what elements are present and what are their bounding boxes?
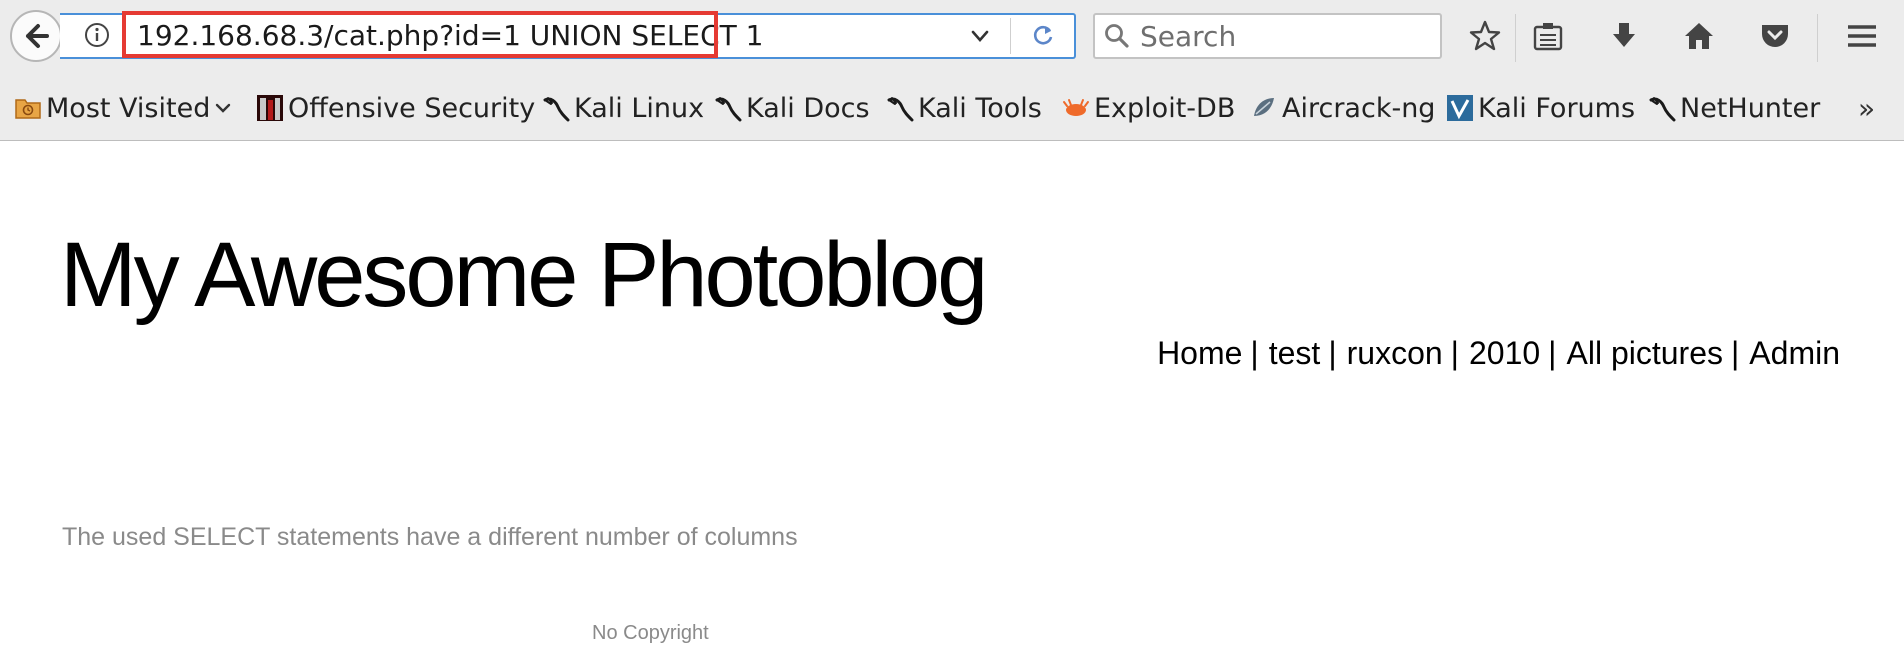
chevron-down-icon[interactable]: [968, 24, 992, 48]
exploit-db-icon: [1063, 99, 1089, 116]
nav-separator: |: [1328, 335, 1337, 371]
bookmark-offensive-security[interactable]: Offensive Security: [256, 86, 535, 130]
chevron-down-icon: [216, 103, 231, 113]
menu-icon[interactable]: [1845, 19, 1879, 53]
bookmark-kali-forums[interactable]: Kali Forums: [1446, 86, 1635, 130]
bookmark-label: Kali Linux: [574, 92, 705, 124]
nav-separator: |: [1548, 335, 1557, 371]
search-input[interactable]: [1138, 15, 1432, 57]
bookmark-label: Aircrack-ng: [1282, 92, 1436, 124]
nav-separator: |: [1450, 335, 1459, 371]
reload-icon[interactable]: [1030, 22, 1056, 48]
download-icon[interactable]: [1607, 19, 1641, 53]
url-highlight-box: [122, 11, 718, 58]
bookmark-nethunter[interactable]: NetHunter: [1648, 86, 1820, 130]
sql-error-message: The used SELECT statements have a differ…: [62, 523, 798, 551]
star-icon[interactable]: [1468, 19, 1502, 53]
nav-link-ruxcon[interactable]: ruxcon: [1347, 335, 1443, 371]
folder-icon: [15, 99, 41, 119]
bookmark-label: Kali Tools: [918, 92, 1042, 124]
bookmark-kali-tools[interactable]: Kali Tools: [886, 86, 1042, 130]
footer-copyright: No Copyright: [592, 622, 709, 644]
home-icon[interactable]: [1682, 19, 1716, 53]
nav-separator: |: [1730, 335, 1740, 371]
kali-dragon-icon: [543, 97, 570, 122]
nav-link-admin[interactable]: Admin: [1749, 335, 1840, 371]
toolbar-divider: [1817, 14, 1818, 62]
more-bookmarks-button[interactable]: »: [1858, 92, 1875, 125]
bookmark-label: Kali Docs: [746, 92, 870, 124]
kali-forums-icon: [1447, 95, 1473, 121]
nav-link-home[interactable]: Home: [1157, 335, 1242, 371]
bookmark-most-visited[interactable]: Most Visited: [14, 86, 234, 130]
bookmark-label: Offensive Security: [288, 92, 536, 124]
bookmark-exploit-db[interactable]: Exploit-DB: [1062, 86, 1235, 130]
bookmark-label: Exploit-DB: [1094, 92, 1236, 124]
url-divider: [1010, 18, 1011, 54]
nav-separator: |: [1250, 335, 1259, 371]
search-icon: [1105, 24, 1129, 48]
reading-list-icon[interactable]: [1531, 19, 1565, 53]
back-button[interactable]: [10, 10, 62, 62]
kali-dragon-icon: [887, 97, 914, 122]
pocket-icon[interactable]: [1758, 19, 1792, 53]
offensive-security-icon: [257, 95, 283, 121]
bookmark-aircrack-ng[interactable]: Aircrack-ng: [1250, 86, 1435, 130]
site-info-icon[interactable]: [84, 22, 110, 48]
bookmark-label: Most Visited: [46, 92, 211, 124]
bookmark-kali-docs[interactable]: Kali Docs: [714, 86, 870, 130]
toolbar-divider: [1515, 14, 1516, 62]
bookmark-label: NetHunter: [1680, 92, 1821, 124]
page-title: My Awesome Photoblog: [60, 224, 988, 326]
aircrack-icon: [1254, 98, 1274, 116]
kali-dragon-icon: [715, 97, 742, 122]
site-nav: Home | test | ruxcon | 2010 | All pictures | Admin: [1157, 335, 1840, 372]
bookmark-kali-linux[interactable]: Kali Linux: [542, 86, 704, 130]
bookmark-label: Kali Forums: [1478, 92, 1636, 124]
back-arrow-icon: [26, 24, 49, 48]
nav-link-test[interactable]: test: [1269, 335, 1321, 371]
nav-link-all-pictures[interactable]: All pictures: [1566, 335, 1723, 371]
kali-dragon-icon: [1649, 97, 1676, 122]
nav-link-2010[interactable]: 2010: [1469, 335, 1540, 371]
